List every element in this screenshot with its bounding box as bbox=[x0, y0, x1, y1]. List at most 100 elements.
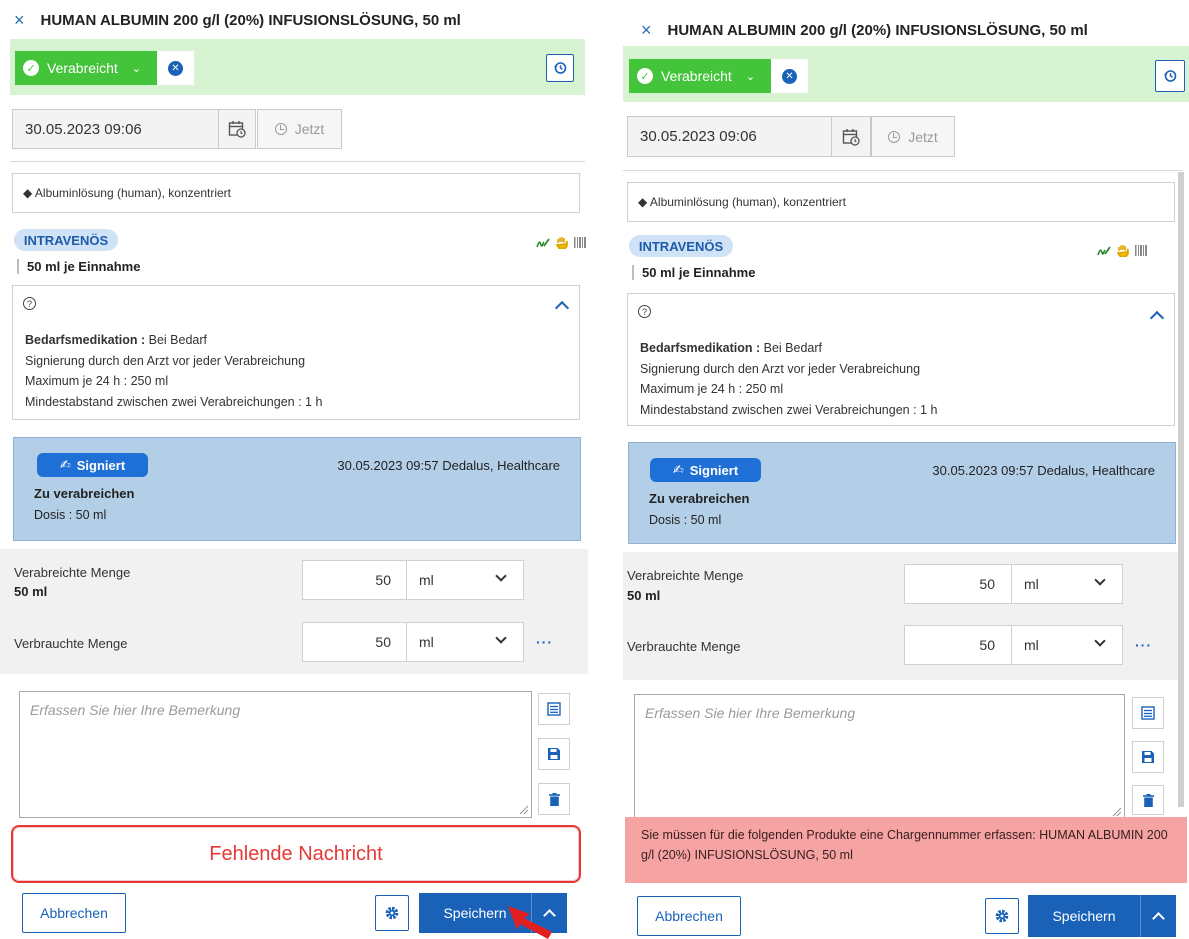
cancel-button[interactable]: Abbrechen bbox=[22, 893, 126, 933]
signature-icon: ✍ bbox=[672, 462, 684, 477]
signature-icon: ✍ bbox=[59, 457, 71, 472]
signature-panel: ✍ Signiert 30.05.2023 09:57 Dedalus, Hea… bbox=[13, 437, 581, 541]
pointer-arrow-annotation bbox=[508, 906, 552, 939]
delete-remark-button[interactable] bbox=[538, 783, 570, 815]
close-icon[interactable]: × bbox=[641, 20, 652, 41]
help-icon: ? bbox=[638, 305, 651, 318]
administered-quantity-value: 50 ml bbox=[627, 588, 661, 603]
check-circle-icon: ✓ bbox=[637, 68, 653, 84]
dialog-title-row: × HUMAN ALBUMIN 200 g/l (20%) INFUSIONSL… bbox=[14, 10, 461, 31]
save-options-button[interactable] bbox=[1140, 895, 1176, 937]
info-line: Maximum je 24 h : 250 ml bbox=[640, 382, 784, 396]
status-label: Verabreicht bbox=[661, 68, 732, 84]
history-button[interactable] bbox=[546, 54, 574, 82]
settings-button[interactable] bbox=[375, 895, 409, 931]
save-remark-button[interactable] bbox=[538, 738, 570, 770]
settings-button[interactable] bbox=[985, 898, 1019, 934]
dialog-title: HUMAN ALBUMIN 200 g/l (20%) INFUSIONSLÖS… bbox=[40, 12, 461, 29]
cancel-button[interactable]: Abbrechen bbox=[637, 896, 741, 936]
info-line: Mindestabstand zwischen zwei Verabreichu… bbox=[640, 402, 938, 417]
collapse-chevron-up-icon[interactable] bbox=[1149, 310, 1165, 326]
info-text: Bedarfsmedikation : Bei Bedarf Signierun… bbox=[25, 330, 322, 412]
clear-status-button[interactable]: ✕ bbox=[157, 51, 194, 85]
left-panel: × HUMAN ALBUMIN 200 g/l (20%) INFUSIONSL… bbox=[0, 0, 600, 939]
annotation-text: Fehlende Nachricht bbox=[209, 843, 383, 865]
signature-panel: ✍ Signiert 30.05.2023 09:57 Dedalus, Hea… bbox=[628, 442, 1176, 544]
text-template-button[interactable] bbox=[1132, 697, 1164, 729]
administered-quantity-input[interactable]: 50 bbox=[302, 560, 408, 600]
scrollbar[interactable] bbox=[1178, 172, 1184, 807]
consumed-unit-select[interactable]: ml bbox=[1011, 625, 1123, 665]
more-options-button[interactable]: ··· bbox=[1135, 637, 1152, 653]
error-message: Sie müssen für die folgenden Produkte ei… bbox=[625, 817, 1187, 883]
info-panel: ? Bedarfsmedikation : Bei Bedarf Signier… bbox=[12, 285, 580, 420]
administered-quantity-label: Verabreichte Menge bbox=[14, 565, 131, 580]
date-time-input[interactable]: 30.05.2023 09:06 bbox=[627, 116, 832, 157]
history-button[interactable] bbox=[1155, 60, 1185, 92]
gear-icon bbox=[385, 906, 399, 920]
now-label: Jetzt bbox=[908, 128, 938, 145]
now-button[interactable]: Jetzt bbox=[871, 116, 955, 157]
action-icons bbox=[1097, 244, 1148, 257]
clock-icon bbox=[274, 123, 287, 135]
gear-icon bbox=[995, 909, 1009, 923]
resize-handle[interactable] bbox=[1113, 808, 1121, 816]
text-template-button[interactable] bbox=[538, 693, 570, 725]
info-line: Bedarfsmedikation : Bei Bedarf bbox=[25, 333, 208, 347]
administered-unit-select[interactable]: ml bbox=[406, 560, 524, 600]
info-line: Maximum je 24 h : 250 ml bbox=[25, 374, 169, 388]
history-icon bbox=[1164, 70, 1177, 82]
product-name: ◆ Albuminlösung (human), konzentriert bbox=[12, 173, 580, 213]
hand-icon[interactable] bbox=[1117, 244, 1129, 257]
signature-title: Zu verabreichen bbox=[649, 491, 750, 506]
chevron-down-icon: ⌄ bbox=[131, 62, 142, 75]
now-label: Jetzt bbox=[294, 121, 325, 137]
history-icon bbox=[554, 62, 567, 74]
administered-quantity-input[interactable]: 50 bbox=[904, 564, 1012, 604]
info-line: Mindestabstand zwischen zwei Verabreichu… bbox=[25, 394, 323, 409]
consumed-quantity-input[interactable]: 50 bbox=[904, 625, 1012, 665]
calendar-clock-icon bbox=[842, 128, 860, 146]
administered-unit-select[interactable]: ml bbox=[1011, 564, 1123, 604]
save-button[interactable]: Speichern bbox=[1028, 895, 1140, 937]
consumed-unit-select[interactable]: ml bbox=[406, 622, 524, 662]
consumed-quantity-input[interactable]: 50 bbox=[302, 622, 408, 662]
info-line: Bedarfsmedikation : Bei Bedarf bbox=[640, 341, 823, 355]
signature-icon[interactable] bbox=[1097, 245, 1111, 257]
route-badge: INTRAVENÖS bbox=[14, 229, 118, 251]
barcode-icon[interactable] bbox=[574, 237, 587, 248]
remark-textarea[interactable]: Erfassen Sie hier Ihre Bemerkung bbox=[634, 694, 1125, 820]
signature-dose: Dosis : 50 ml bbox=[34, 508, 107, 522]
close-icon[interactable]: × bbox=[14, 10, 25, 31]
product-name: ◆ Albuminlösung (human), konzentriert bbox=[627, 182, 1175, 222]
collapse-chevron-up-icon[interactable] bbox=[554, 300, 570, 316]
info-text: Bedarfsmedikation : Bei Bedarf Signierun… bbox=[640, 338, 937, 420]
barcode-icon[interactable] bbox=[1135, 245, 1148, 256]
remark-textarea[interactable]: Erfassen Sie hier Ihre Bemerkung bbox=[19, 691, 532, 818]
signature-dose: Dosis : 50 ml bbox=[649, 513, 722, 527]
signature-icon[interactable] bbox=[536, 237, 550, 249]
status-dropdown-button[interactable]: ✓ Verabreicht ⌄ bbox=[629, 59, 771, 93]
clear-status-button[interactable]: ✕ bbox=[771, 59, 808, 93]
signed-badge: ✍ Signiert bbox=[37, 453, 148, 477]
info-line: Signierung durch den Arzt vor jeder Vera… bbox=[640, 361, 921, 376]
now-button[interactable]: Jetzt bbox=[257, 109, 342, 149]
delete-remark-button[interactable] bbox=[1132, 785, 1164, 815]
administered-quantity-value: 50 ml bbox=[14, 584, 48, 599]
status-label: Verabreicht bbox=[47, 60, 118, 76]
route-badge: INTRAVENÖS bbox=[629, 235, 733, 257]
calendar-button[interactable] bbox=[831, 116, 871, 157]
hand-icon[interactable] bbox=[556, 236, 568, 249]
check-circle-icon: ✓ bbox=[23, 60, 39, 76]
chevron-down-icon: ⌄ bbox=[745, 70, 756, 83]
date-time-input[interactable]: 30.05.2023 09:06 bbox=[12, 109, 219, 149]
save-remark-button[interactable] bbox=[1132, 741, 1164, 773]
signature-meta: 30.05.2023 09:57 Dedalus, Healthcare bbox=[932, 463, 1155, 478]
calendar-button[interactable] bbox=[218, 109, 256, 149]
list-icon bbox=[1141, 706, 1155, 720]
status-dropdown-button[interactable]: ✓ Verabreicht ⌄ bbox=[15, 51, 157, 85]
more-options-button[interactable]: ··· bbox=[536, 634, 553, 650]
resize-handle[interactable] bbox=[520, 806, 528, 814]
chevron-down-icon bbox=[1094, 574, 1106, 586]
divider bbox=[10, 161, 585, 162]
